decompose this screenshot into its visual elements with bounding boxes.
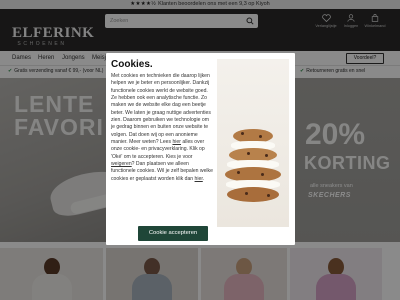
accept-cookies-button[interactable]: Cookie accepteren [138,226,208,241]
chocolate-chip [261,173,264,176]
chocolate-chip [267,194,270,197]
cookie-dialog-title: Cookies. [111,59,153,70]
chocolate-chip [241,132,244,135]
cookie-text-part-1: Met cookies en technieken die daarop lij… [111,73,211,146]
cookie-settings-link[interactable]: hier [195,176,203,182]
cookie-text-part-4: . [202,175,205,182]
reject-cookies-link[interactable]: weigeren [111,161,132,167]
chocolate-chip [245,192,248,195]
cookie-dialog-text: Met cookies en technieken die daarop lij… [111,73,214,183]
chocolate-chip [259,135,262,138]
cookie-stack-image [217,59,289,227]
chocolate-chip [265,154,268,157]
privacy-statement-link[interactable]: hier [172,139,181,145]
chocolate-chip [237,171,240,174]
chocolate-chip [247,152,250,155]
cookie-bottom [227,187,279,202]
cookie-dialog: Cookies. Met cookies en technieken die d… [106,53,295,245]
